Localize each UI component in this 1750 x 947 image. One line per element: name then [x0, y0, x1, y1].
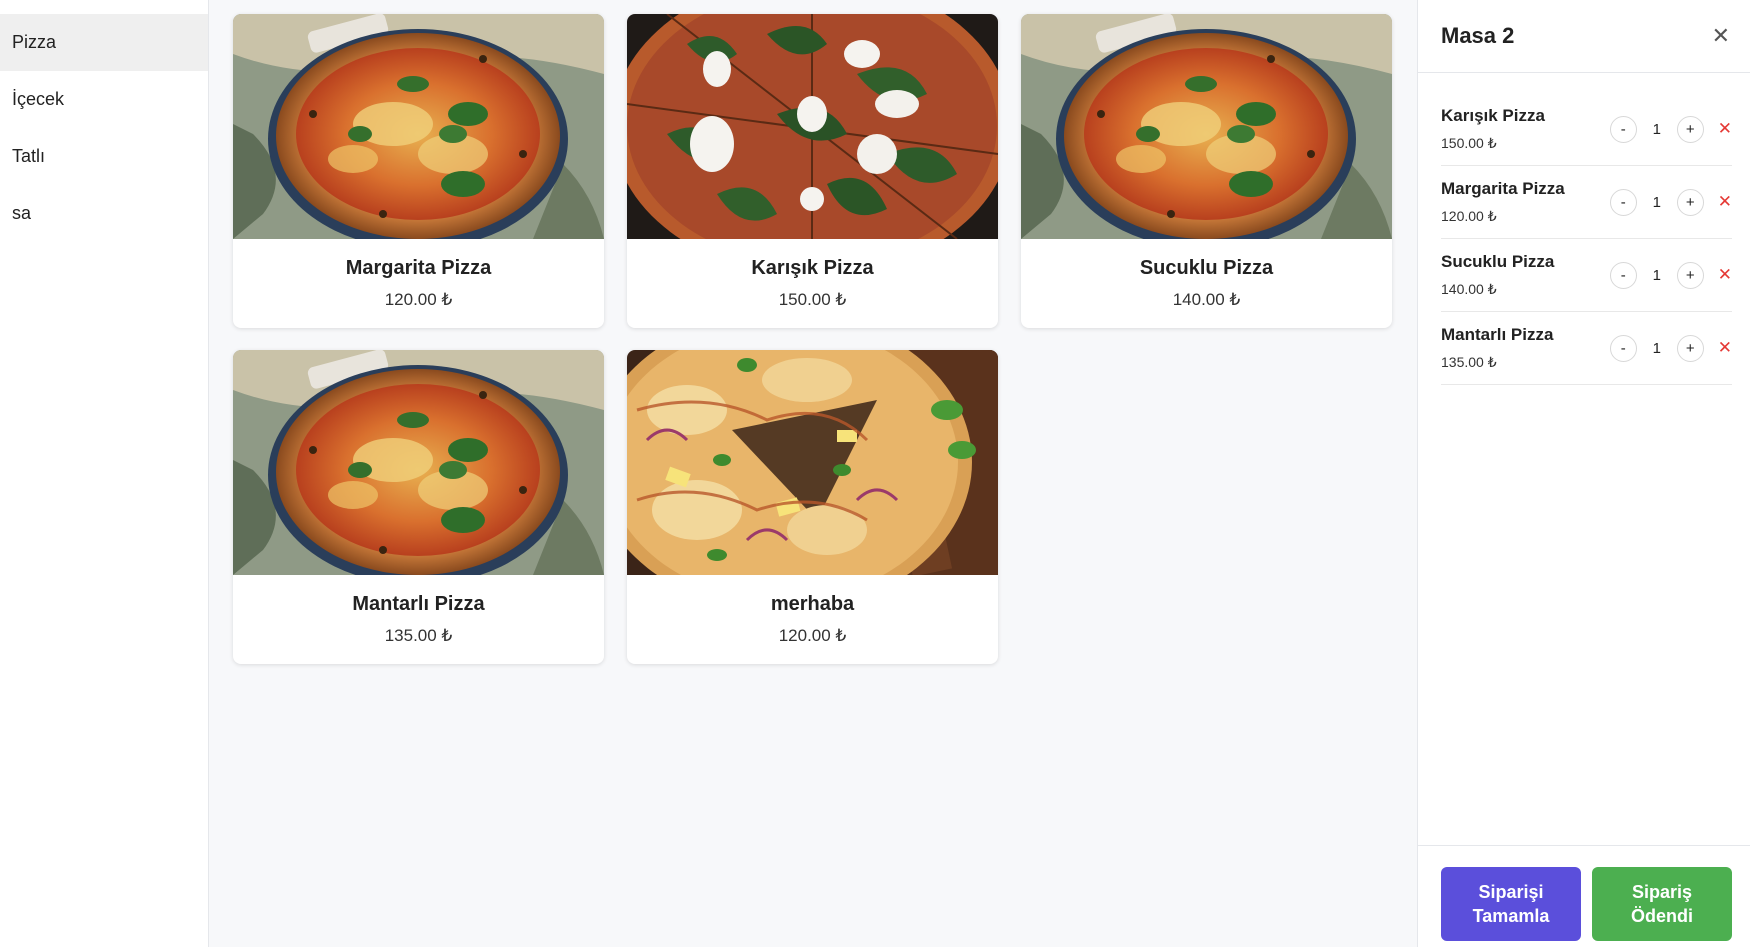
order-paid-button[interactable]: Sipariş Ödendi [1592, 867, 1732, 941]
order-item-name: Sucuklu Pizza [1441, 252, 1555, 271]
order-item: Margarita Pizza 120.00 ₺ - 1 + ✕ [1441, 166, 1732, 239]
remove-item-icon[interactable]: ✕ [1718, 192, 1732, 212]
product-card-mantarli-pizza[interactable]: Mantarlı Pizza 135.00 ₺ [233, 350, 604, 664]
order-item-price: 140.00 ₺ [1441, 281, 1497, 297]
increase-quantity-button[interactable]: + [1676, 188, 1704, 216]
increase-quantity-button[interactable]: + [1676, 115, 1704, 143]
chicken-pineapple-pizza-photo [627, 350, 998, 575]
product-name: merhaba [770, 593, 855, 615]
decrease-quantity-button[interactable]: - [1609, 334, 1637, 362]
product-name: Karışık Pizza [751, 257, 874, 279]
order-panel: Masa 2 ✕ Karışık Pizza 150.00 ₺ - 1 + ✕ … [1417, 0, 1750, 947]
product-price: 135.00 ₺ [384, 626, 453, 645]
increase-quantity-button[interactable]: + [1676, 334, 1704, 362]
decrease-quantity-button[interactable]: - [1609, 188, 1637, 216]
order-list: Karışık Pizza 150.00 ₺ - 1 + ✕ Margarita… [1418, 73, 1750, 385]
category-sidebar: Pizza İçecek Tatlı sa [0, 0, 209, 947]
product-card-sucuklu-pizza[interactable]: Sucuklu Pizza 140.00 ₺ [1021, 14, 1392, 328]
order-item-name: Mantarlı Pizza [1441, 325, 1554, 344]
complete-order-button[interactable]: Siparişi Tamamla [1441, 867, 1581, 941]
order-item-price: 135.00 ₺ [1441, 354, 1497, 370]
margherita-pizza-photo [233, 350, 604, 575]
remove-item-icon[interactable]: ✕ [1718, 265, 1732, 285]
order-item-name: Karışık Pizza [1441, 106, 1545, 125]
close-icon[interactable]: ✕ [1712, 25, 1730, 47]
order-item-price: 150.00 ₺ [1441, 135, 1497, 151]
product-card-margarita-pizza[interactable]: Margarita Pizza 120.00 ₺ [233, 14, 604, 328]
product-area: Margarita Pizza 120.00 ₺ Karışık Pizza 1… [209, 0, 1417, 947]
order-item: Mantarlı Pizza 135.00 ₺ - 1 + ✕ [1441, 312, 1732, 385]
remove-item-icon[interactable]: ✕ [1718, 119, 1732, 139]
margherita-pizza-photo [1021, 14, 1392, 239]
product-name: Margarita Pizza [345, 257, 492, 279]
order-item: Sucuklu Pizza 140.00 ₺ - 1 + ✕ [1441, 239, 1732, 312]
product-grid: Margarita Pizza 120.00 ₺ Karışık Pizza 1… [233, 14, 1393, 664]
increase-quantity-button[interactable]: + [1676, 261, 1704, 289]
spinach-mozzarella-pizza-photo [627, 14, 998, 239]
order-item-name: Margarita Pizza [1441, 179, 1565, 198]
category-tatli[interactable]: Tatlı [0, 128, 208, 185]
order-item-price: 120.00 ₺ [1441, 208, 1497, 224]
margherita-pizza-photo [233, 14, 604, 239]
product-price: 120.00 ₺ [778, 626, 847, 645]
remove-item-icon[interactable]: ✕ [1718, 338, 1732, 358]
product-card-merhaba[interactable]: merhaba 120.00 ₺ [627, 350, 998, 664]
product-card-karisik-pizza[interactable]: Karışık Pizza 150.00 ₺ [627, 14, 998, 328]
table-title: Masa 2 [1441, 23, 1515, 48]
order-panel-header: Masa 2 ✕ [1418, 0, 1750, 73]
category-pizza[interactable]: Pizza [0, 14, 208, 71]
decrease-quantity-button[interactable]: - [1609, 115, 1637, 143]
category-sa[interactable]: sa [0, 185, 208, 242]
product-price: 150.00 ₺ [778, 290, 847, 309]
order-item: Karışık Pizza 150.00 ₺ - 1 + ✕ [1441, 93, 1732, 166]
product-name: Sucuklu Pizza [1139, 257, 1274, 279]
category-icecek[interactable]: İçecek [0, 71, 208, 128]
product-price: 140.00 ₺ [1172, 290, 1241, 309]
quantity-value: 1 [1652, 193, 1661, 211]
quantity-value: 1 [1652, 339, 1661, 357]
product-name: Mantarlı Pizza [352, 593, 485, 615]
decrease-quantity-button[interactable]: - [1609, 261, 1637, 289]
order-panel-footer: Siparişi Tamamla Sipariş Ödendi [1418, 845, 1750, 947]
product-price: 120.00 ₺ [384, 290, 453, 309]
quantity-value: 1 [1652, 120, 1661, 138]
quantity-value: 1 [1652, 266, 1661, 284]
